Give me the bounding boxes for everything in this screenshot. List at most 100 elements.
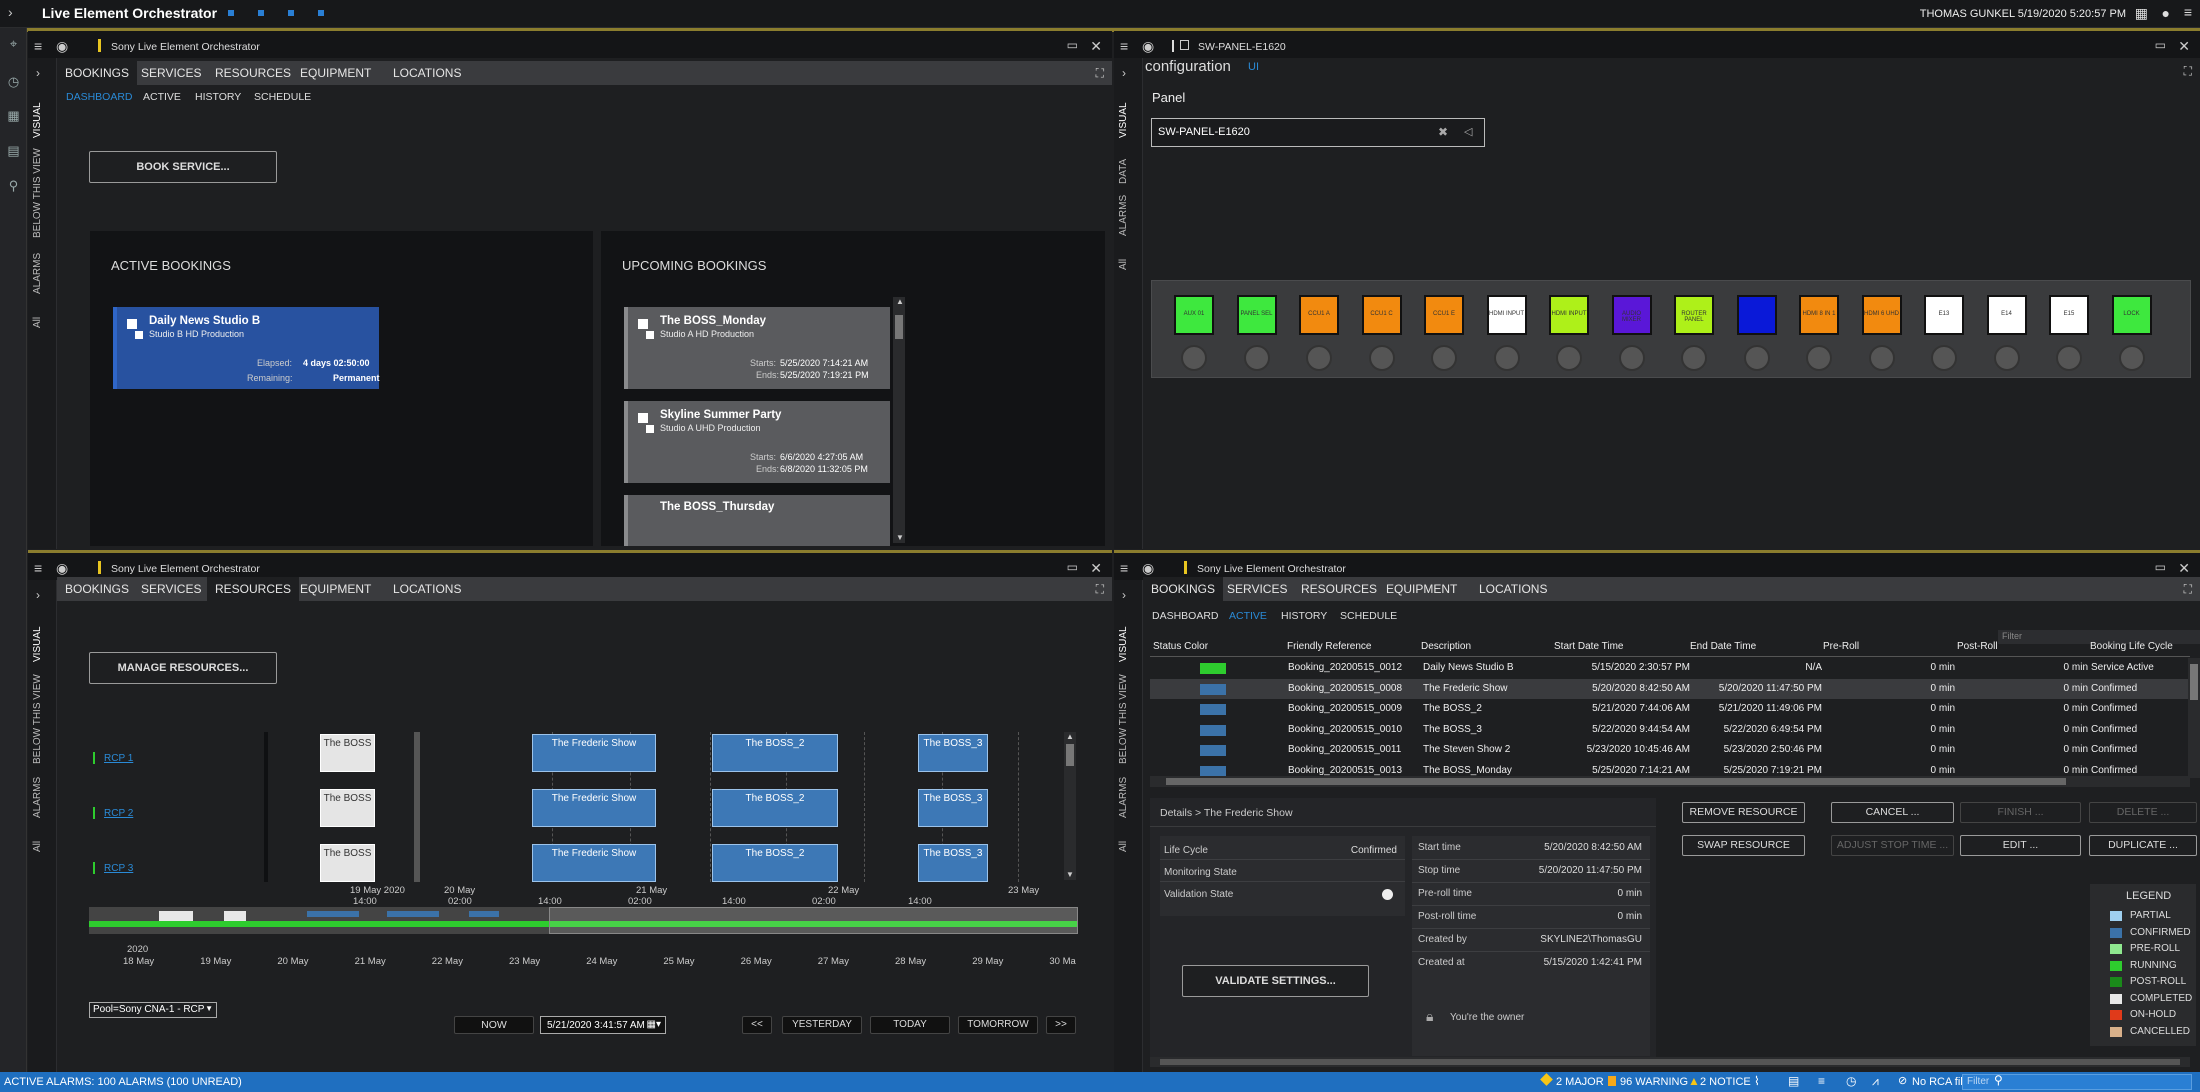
upcoming-booking-item[interactable]: The BOSS_Thursday [624, 495, 890, 546]
scroll-up-icon[interactable]: ▲ [1066, 732, 1074, 741]
tab-equipment[interactable]: EQUIPMENT [292, 577, 379, 601]
tab-resources[interactable]: RESOURCES [207, 577, 300, 601]
tab-locations[interactable]: LOCATIONS [1471, 577, 1555, 601]
edit-button[interactable]: EDIT ... [1960, 835, 2081, 856]
close-icon[interactable]: ✕ [1090, 38, 1102, 55]
panel-button-tile[interactable]: E14 [1986, 295, 2027, 335]
scroll-thumb[interactable] [895, 315, 903, 339]
close-icon[interactable]: ✕ [2178, 560, 2190, 577]
panel-knob[interactable] [1931, 345, 1957, 371]
search-icon[interactable]: ⚲ [6, 178, 21, 193]
booking-block[interactable]: The Frederic Show [532, 789, 656, 827]
column-header[interactable]: Description [1421, 636, 1471, 658]
scroll-up-icon[interactable]: ▲ [896, 297, 904, 306]
panel-knob[interactable] [1306, 345, 1332, 371]
vtab-below-this-view[interactable]: BELOW THIS VIEW [1118, 674, 1129, 764]
workspace-dot-icon[interactable] [258, 10, 264, 16]
scroll-thumb[interactable] [1066, 744, 1074, 766]
workspace-dot-icon[interactable] [228, 10, 234, 16]
swap-resource-button[interactable]: SWAP RESOURCE [1682, 835, 1805, 856]
vtab-visual[interactable]: VISUAL [32, 102, 43, 138]
rcp-link[interactable]: RCP 3 [104, 863, 133, 874]
fullscreen-icon[interactable]: ⛶ [1096, 66, 1104, 81]
today-button[interactable]: TODAY [870, 1016, 950, 1034]
menu-icon[interactable]: ≡ [34, 38, 42, 54]
checkbox[interactable] [135, 331, 143, 339]
panel-button-tile[interactable]: PANEL SEL [1236, 295, 1277, 335]
panel-knob[interactable] [1556, 345, 1582, 371]
tab-locations[interactable]: LOCATIONS [385, 577, 469, 601]
panel-button-tile[interactable] [1736, 295, 1777, 335]
user-icon[interactable]: ● [2162, 5, 2170, 21]
vtab-all[interactable]: All [1118, 259, 1129, 270]
table-row[interactable]: Booking_20200515_0009 The BOSS_2 5/21/2020… [1150, 699, 2190, 719]
now-marker[interactable] [414, 732, 420, 882]
fullscreen-icon[interactable]: ⛶ [1096, 582, 1104, 597]
panel-button-tile[interactable]: E15 [2049, 295, 2089, 335]
finish-button[interactable]: FINISH ... [1960, 802, 2081, 823]
vtab-below-this-view[interactable]: BELOW THIS VIEW [32, 148, 43, 238]
subtab-dashboard[interactable]: DASHBOARD [66, 91, 133, 103]
fullscreen-icon[interactable]: ⛶ [2184, 64, 2192, 79]
tab-services[interactable]: SERVICES [133, 577, 209, 601]
booking-block[interactable]: The BOSS_2 [712, 844, 838, 882]
booking-block[interactable]: The BOSS [320, 789, 375, 827]
major-count[interactable]: 2 MAJOR [1556, 1076, 1604, 1088]
tab-bookings[interactable]: BOOKINGS [1143, 577, 1224, 601]
panel-knob[interactable] [1806, 345, 1832, 371]
booking-block[interactable]: The Frederic Show [532, 734, 656, 772]
panel-knob[interactable] [1868, 345, 1895, 371]
subtab-active[interactable]: ACTIVE [143, 91, 181, 103]
panel-select[interactable]: SW-PANEL-E1620 ✖ ◁ [1151, 118, 1485, 147]
column-header[interactable]: Post-Roll [1957, 636, 1998, 658]
expand-chevron-icon[interactable]: › [1122, 588, 1126, 602]
panel-button-tile[interactable]: AUX 01 [1174, 295, 1214, 335]
yesterday-button[interactable]: YESTERDAY [782, 1016, 862, 1034]
table-row[interactable]: Booking_20200515_0011 The Steven Show 2 5/… [1150, 740, 2190, 760]
table-row[interactable]: Booking_20200515_0008 The Frederic Show 5/… [1150, 678, 2190, 699]
vtab-visual[interactable]: VISUAL [32, 626, 43, 662]
scrollbar[interactable]: ▲ ▼ [893, 297, 905, 543]
vtab-all[interactable]: All [32, 317, 43, 328]
vtab-visual[interactable]: VISUAL [1118, 102, 1129, 138]
vtab-visual[interactable]: VISUAL [1118, 626, 1129, 662]
booking-block[interactable]: The BOSS_3 [918, 734, 988, 772]
panel-knob[interactable] [1618, 345, 1645, 371]
calendar-icon[interactable]: ▦▾ [647, 1019, 661, 1030]
tab-bookings[interactable]: BOOKINGS [57, 577, 137, 601]
panel-knob[interactable] [1681, 345, 1707, 371]
close-icon[interactable]: ✕ [2178, 38, 2190, 55]
cancel-button[interactable]: CANCEL ... [1831, 802, 1954, 823]
scroll-thumb[interactable] [1160, 1059, 2180, 1065]
history-icon[interactable]: ◷ [6, 74, 21, 89]
maximize-icon[interactable]: ▭ [2155, 38, 2166, 52]
workspace-dot-icon[interactable] [318, 10, 324, 16]
duplicate-button[interactable]: DUPLICATE ... [2089, 835, 2197, 856]
back-icon[interactable]: ◉ [1142, 560, 1154, 577]
panel-knob[interactable] [1181, 345, 1207, 371]
panel-button-tile[interactable]: CCU1 E [1424, 295, 1464, 335]
panel-button-tile[interactable]: LOCK [2111, 295, 2152, 335]
fullscreen-icon[interactable]: ⛶ [2184, 582, 2192, 597]
manage-resources-button[interactable]: MANAGE RESOURCES... [89, 652, 277, 684]
clear-icon[interactable]: ✖ [1438, 125, 1448, 139]
panel-button-tile[interactable]: HDMI INPUT [1549, 295, 1589, 335]
rcp-link[interactable]: RCP 2 [104, 808, 133, 819]
bottom-scrollbar[interactable] [1150, 1057, 2190, 1067]
now-button[interactable]: NOW [454, 1016, 534, 1034]
back-icon[interactable]: ◉ [56, 560, 68, 577]
close-icon[interactable]: ✕ [1090, 560, 1102, 577]
upcoming-booking-item[interactable]: The BOSS_Monday Studio A HD Production S… [624, 307, 890, 389]
date-picker[interactable]: 5/21/2020 3:41:57 AM ▦▾ [540, 1016, 666, 1034]
active-booking-item[interactable]: Daily News Studio B Studio B HD Producti… [113, 307, 380, 389]
maximize-icon[interactable]: ▭ [1067, 38, 1078, 52]
table-vscrollbar[interactable] [2188, 658, 2200, 778]
trend-icon[interactable]: ⩘ [1872, 1074, 1879, 1089]
panel-knob[interactable] [1493, 345, 1520, 371]
booking-block[interactable]: The BOSS_2 [712, 734, 838, 772]
panel-knob[interactable] [1743, 345, 1770, 371]
active-alarms-text[interactable]: ACTIVE ALARMS: 100 ALARMS (100 UNREAD) [4, 1076, 242, 1088]
adjust-stop-time-button[interactable]: ADJUST STOP TIME ... [1831, 835, 1954, 856]
overview-window[interactable] [549, 907, 1078, 934]
tab-equipment[interactable]: EQUIPMENT [292, 61, 379, 85]
